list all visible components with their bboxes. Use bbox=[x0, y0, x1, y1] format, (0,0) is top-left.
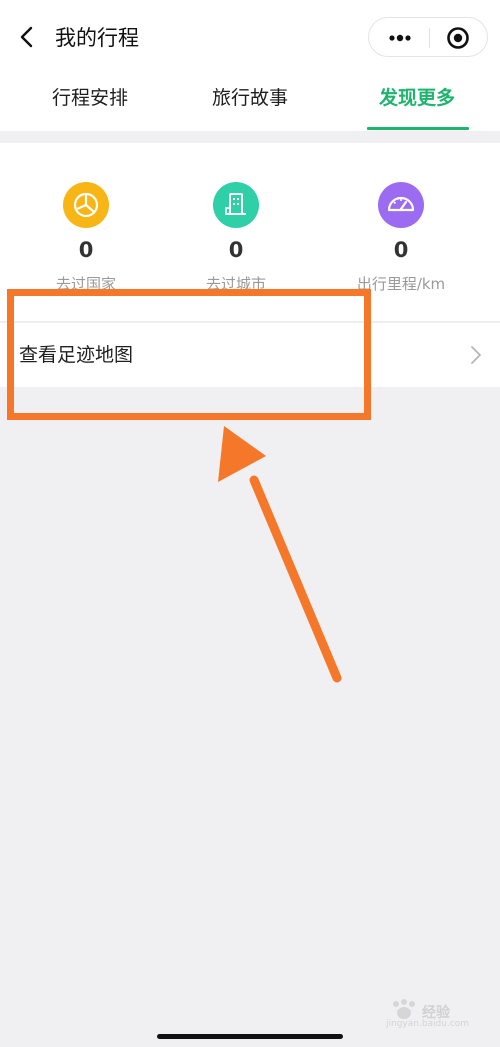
tab-itinerary[interactable]: 行程安排 bbox=[35, 85, 145, 115]
more-dots-icon bbox=[389, 34, 411, 42]
mini-program-capsule bbox=[368, 17, 488, 57]
chevron-left-icon bbox=[20, 26, 33, 48]
chevron-right-icon bbox=[467, 343, 485, 367]
stat-value: 0 bbox=[393, 238, 409, 262]
capsule-divider bbox=[429, 28, 430, 48]
home-indicator[interactable] bbox=[157, 1034, 343, 1039]
stat-value: 0 bbox=[228, 238, 244, 262]
pie-chart-icon bbox=[63, 182, 109, 228]
tab-travel-stories[interactable]: 旅行故事 bbox=[195, 85, 305, 115]
more-button[interactable] bbox=[383, 26, 417, 50]
back-button[interactable] bbox=[14, 22, 42, 52]
screen: 我的行程 行程安排 旅行故事 发现更多 0 去过国家 0 去过城市 0 出行里程… bbox=[0, 0, 500, 1047]
page-title: 我的行程 bbox=[55, 26, 139, 50]
nav-bar: 我的行程 bbox=[0, 0, 500, 75]
tab-bar: 行程安排 旅行故事 发现更多 bbox=[0, 75, 500, 131]
watermark-url: jingyan.baidu.com bbox=[386, 1019, 470, 1029]
speedometer-icon bbox=[378, 182, 424, 228]
stat-value: 0 bbox=[78, 238, 94, 262]
active-tab-indicator bbox=[367, 127, 469, 130]
annotation-arrow-icon bbox=[218, 426, 342, 683]
tab-discover-more[interactable]: 发现更多 bbox=[362, 85, 472, 115]
target-circle-icon bbox=[447, 27, 469, 49]
close-mini-program-button[interactable] bbox=[446, 26, 470, 50]
annotation-highlight-box bbox=[7, 289, 371, 420]
watermark-logo: 经验 jingyan.baidu.com bbox=[384, 996, 484, 1032]
building-icon bbox=[213, 182, 259, 228]
